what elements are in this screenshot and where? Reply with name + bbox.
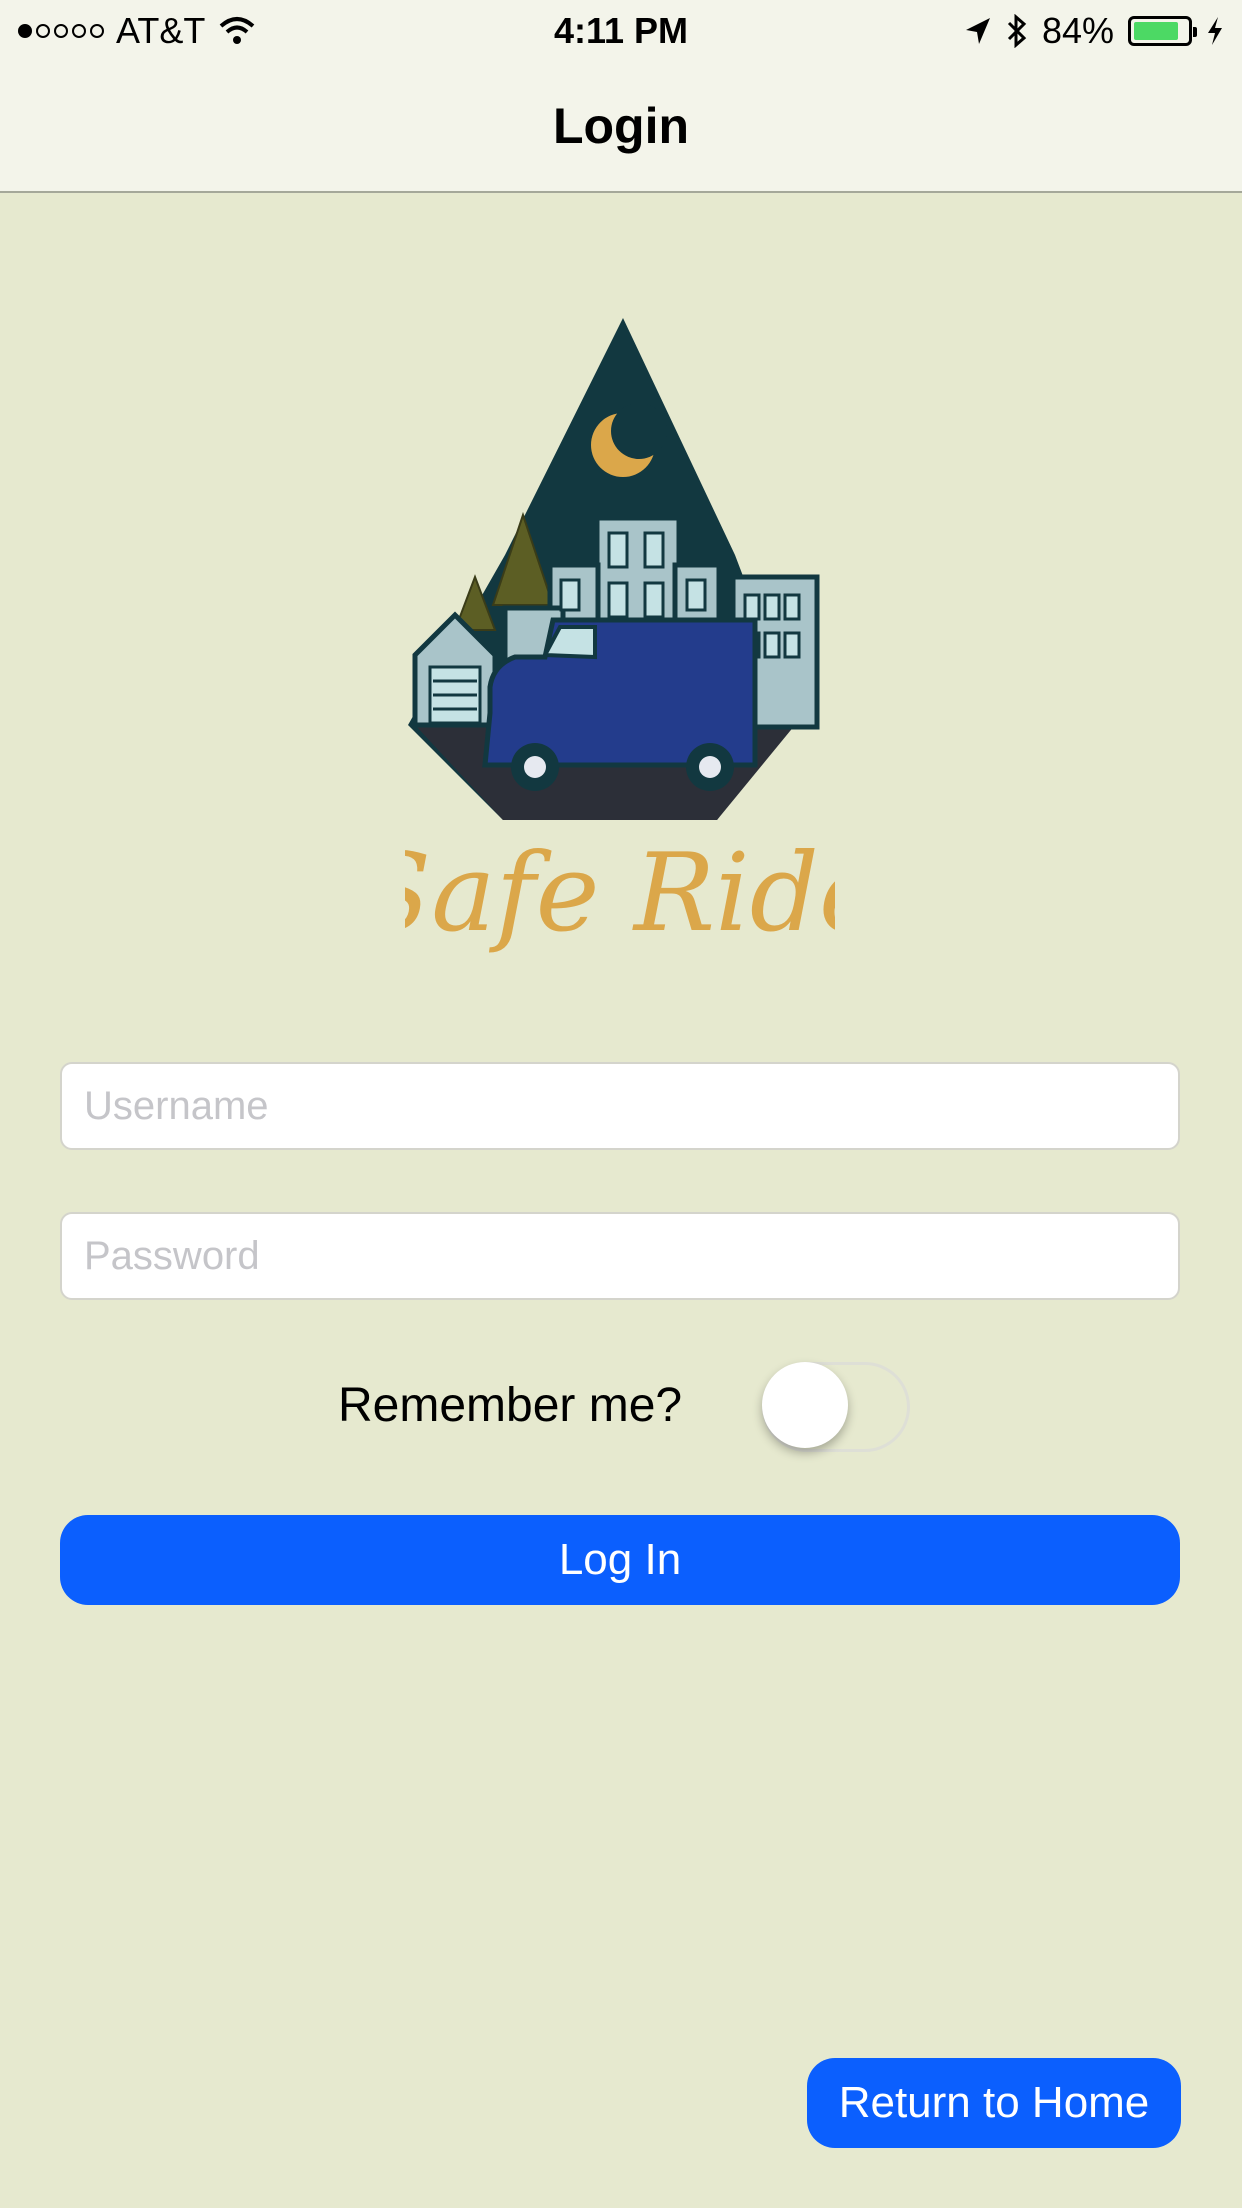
bluetooth-icon: [1007, 14, 1027, 48]
remember-me-toggle[interactable]: [762, 1362, 910, 1452]
location-arrow-icon: [965, 18, 990, 44]
safe-ride-logo: Safe Ride: [405, 318, 835, 956]
toggle-knob: [762, 1362, 848, 1448]
page-title: Login: [552, 97, 690, 154]
return-to-home-button[interactable]: Return to Home: [807, 2058, 1181, 2148]
logo-wordmark: Safe Ride: [405, 831, 835, 956]
battery-icon: [1128, 16, 1197, 46]
navigation-bar: Login: [0, 60, 1242, 193]
remember-me-label: Remember me?: [338, 1379, 683, 1432]
password-input[interactable]: [60, 1212, 1180, 1300]
log-in-button[interactable]: Log In: [60, 1515, 1180, 1605]
username-input[interactable]: [60, 1062, 1180, 1150]
charging-icon: [1208, 17, 1222, 45]
status-bar: AT&T 4:11 PM 84%: [0, 0, 1242, 60]
battery-percent: 84%: [1041, 10, 1114, 51]
status-right: 84%: [964, 10, 1224, 52]
